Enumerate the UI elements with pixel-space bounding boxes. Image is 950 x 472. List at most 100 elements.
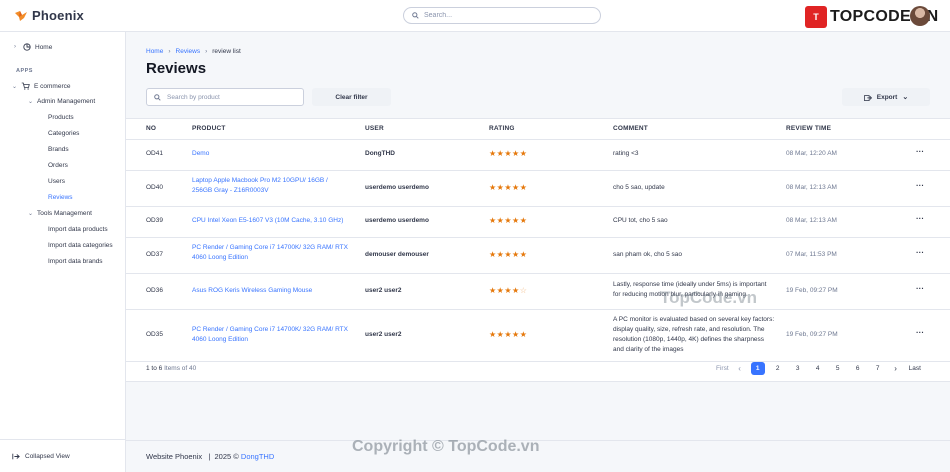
more-actions-icon[interactable]: ··· [916,284,924,293]
product-search[interactable] [146,88,304,106]
cell-product-line[interactable]: 4060 Loong Edition [192,253,248,264]
search-icon [154,93,161,101]
cell-comment-line: display quality, size, refresh rate, and… [613,326,765,333]
chevron-down-icon: ⌄ [12,83,18,90]
sidebar-item-admin-management[interactable]: ⌄ Admin Management [28,98,95,105]
sidebar-item-label: Admin Management [37,98,96,105]
pagination-first[interactable]: First [716,365,729,372]
clear-filter-button[interactable]: Clear filter [312,88,391,106]
global-search[interactable] [403,7,601,24]
sidebar-section-apps: APPS [16,68,33,74]
page-7-button[interactable]: 7 [871,362,885,375]
rating-stars: ★★★★★ [489,250,528,259]
footer-text: Website Phoenix | 2025 © DongTHD [146,452,274,461]
sidebar-item-label: Import data brands [48,258,103,265]
sidebar-item-users[interactable]: Users [48,178,65,185]
sidebar-item-import-categories[interactable]: Import data categories [48,242,113,249]
sidebar-item-home[interactable]: › Home [14,43,52,51]
global-search-input[interactable] [424,12,584,19]
table-row: OD39 CPU Intel Xeon E5-1607 V3 (10M Cach… [126,206,950,237]
watermark-copyright: Copyright © TopCode.vn [352,438,540,455]
main-content: Home › Reviews › review list Reviews Cle… [126,32,950,472]
page-4-button[interactable]: 4 [811,362,825,375]
sidebar-item-ecommerce[interactable]: ⌄ E commerce [12,82,70,90]
cell-product[interactable]: Asus ROG Keris Wireless Gaming Mouse [192,286,312,297]
collapsed-view-label: Collapsed View [25,453,70,460]
sidebar-item-products[interactable]: Products [48,114,74,121]
sidebar: › Home APPS ⌄ E commerce ⌄ Admin Managem… [0,32,126,472]
sidebar-item-reviews[interactable]: Reviews [48,194,73,201]
pagination: First ‹ 1 2 3 4 5 6 7 › Last [716,362,921,375]
column-header-review-time[interactable]: REVIEW TIME [786,125,831,132]
column-header-product[interactable]: PRODUCT [192,125,226,132]
cell-review-time: 07 Mar, 11:53 PM [786,251,837,258]
cell-product[interactable]: CPU Intel Xeon E5-1607 V3 (10M Cache, 3.… [192,216,343,227]
page-3-button[interactable]: 3 [791,362,805,375]
footer-author-link[interactable]: DongTHD [241,452,274,461]
cell-no: OD35 [146,331,163,338]
app-logo[interactable]: Phoenix [14,8,84,23]
cell-product-line[interactable]: 256GB Gray - Z16R0003V [192,186,269,197]
chevron-left-icon[interactable]: ‹ [735,364,745,373]
sidebar-item-label: Import data categories [48,242,113,249]
cell-product[interactable]: Demo [192,149,209,160]
sidebar-item-label: Reviews [48,194,73,201]
cell-review-time: 19 Feb, 09:27 PM [786,287,838,294]
cell-product-line[interactable]: Laptop Apple Macbook Pro M2 10GPU/ 16GB … [192,176,328,187]
table-row: OD35 PC Render / Gaming Core i7 14700K/ … [126,309,950,361]
column-header-rating[interactable]: RATING [489,125,515,132]
more-actions-icon[interactable]: ··· [916,248,924,257]
more-actions-icon[interactable]: ··· [916,328,924,337]
more-actions-icon[interactable]: ··· [916,147,924,156]
sidebar-item-import-products[interactable]: Import data products [48,226,108,233]
page-2-button[interactable]: 2 [771,362,785,375]
export-button[interactable]: Export ⌄ [842,88,930,106]
sidebar-item-brands[interactable]: Brands [48,146,69,153]
column-header-user[interactable]: USER [365,125,384,132]
more-actions-icon[interactable]: ··· [916,181,924,190]
sidebar-item-categories[interactable]: Categories [48,130,79,137]
sidebar-item-import-brands[interactable]: Import data brands [48,258,103,265]
more-actions-icon[interactable]: ··· [916,214,924,223]
product-search-input[interactable] [167,93,297,101]
rating-stars: ★★★★★ [489,216,528,225]
table-row: OD41 Demo DongTHD ★★★★★ rating <3 08 Mar… [126,139,950,170]
chevron-right-icon[interactable]: › [891,364,901,373]
cart-icon [21,82,30,90]
top-navbar: Phoenix T TOPCODE.VN [0,0,950,32]
cell-review-time: 19 Feb, 09:27 PM [786,331,838,338]
rating-stars: ★★★★☆ [489,286,528,295]
chevron-down-icon: ⌄ [28,99,34,105]
page-1-button[interactable]: 1 [750,362,765,375]
table-row: OD37 PC Render / Gaming Core i7 14700K/ … [126,237,950,273]
collapsed-view-toggle[interactable]: Collapsed View [12,453,70,460]
sidebar-item-label: Brands [48,146,69,153]
rating-stars: ★★★★★ [489,149,528,158]
page-title: Reviews [146,60,207,77]
avatar[interactable] [910,6,930,26]
breadcrumb-reviews[interactable]: Reviews [176,48,201,55]
column-header-no[interactable]: NO [146,125,156,132]
cell-user: userdemo userdemo [365,184,429,191]
cell-product-line[interactable]: PC Render / Gaming Core i7 14700K/ 32G R… [192,243,348,254]
chevron-down-icon: ⌄ [902,94,909,101]
sidebar-item-orders[interactable]: Orders [48,162,68,169]
cell-comment-line: A PC monitor is evaluated based on sever… [613,316,775,323]
cell-product-line[interactable]: 4060 Loong Edition [192,335,248,346]
breadcrumb-home[interactable]: Home [146,48,163,55]
sidebar-item-label: Products [48,114,74,121]
sidebar-item-label: Import data products [48,226,108,233]
collapse-icon [12,453,20,460]
divider [0,439,126,440]
pie-chart-icon [23,43,31,51]
column-header-comment[interactable]: COMMENT [613,125,648,132]
table-row: OD40 Laptop Apple Macbook Pro M2 10GPU/ … [126,170,950,206]
cell-review-time: 08 Mar, 12:13 AM [786,217,837,224]
reviews-table: NO PRODUCT USER RATING COMMENT REVIEW TI… [126,118,950,382]
sidebar-item-tools-management[interactable]: ⌄ Tools Management [28,210,92,217]
pagination-last[interactable]: Last [909,365,921,372]
page-5-button[interactable]: 5 [831,362,845,375]
cell-product-line[interactable]: PC Render / Gaming Core i7 14700K/ 32G R… [192,325,348,336]
cell-no: OD41 [146,150,163,157]
page-6-button[interactable]: 6 [851,362,865,375]
